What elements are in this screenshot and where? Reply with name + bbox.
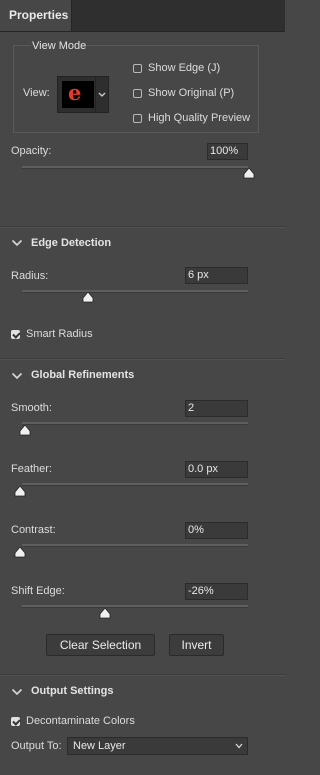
smooth-slider-track[interactable] [22,422,248,425]
view-thumbnail-letter: e [68,80,82,105]
decontaminate-colors-label: Decontaminate Colors [26,715,135,727]
show-edge-checkbox[interactable] [133,64,142,73]
clear-selection-button[interactable]: Clear Selection [46,634,155,656]
output-settings-title[interactable]: Output Settings [31,685,114,697]
edge-detection-title[interactable]: Edge Detection [31,237,111,249]
show-edge-label: Show Edge (J) [148,62,221,74]
smart-radius-checkbox[interactable] [11,330,20,339]
output-to-label: Output To: [11,740,62,752]
radius-input[interactable]: 6 px [185,267,248,284]
output-to-select[interactable]: New Layer [67,737,248,755]
output-to-value: New Layer [73,740,126,752]
opacity-slider-track[interactable] [22,166,248,169]
shift-edge-slider-thumb[interactable] [99,608,111,619]
smooth-input[interactable]: 2 [185,400,248,417]
high-quality-preview-checkbox[interactable] [133,114,142,123]
contrast-input[interactable]: 0% [185,522,248,539]
invert-button[interactable]: Invert [169,634,224,656]
shift-edge-label: Shift Edge: [11,585,65,597]
chevron-down-icon [235,743,243,749]
smooth-label: Smooth: [11,402,52,414]
view-thumbnail: e [62,81,94,108]
chevron-down-icon[interactable] [11,372,23,380]
feather-slider-thumb[interactable] [14,486,26,497]
chevron-down-icon [95,77,108,112]
feather-slider-track[interactable] [22,483,248,486]
shift-edge-slider-track[interactable] [22,605,248,608]
view-mode-dropdown[interactable]: e [57,76,109,113]
show-original-checkbox[interactable] [133,89,142,98]
radius-slider-track[interactable] [22,290,248,293]
chevron-down-icon[interactable] [11,688,23,696]
contrast-slider-track[interactable] [22,544,248,547]
opacity-input[interactable]: 100% [207,143,248,160]
decontaminate-colors-checkbox[interactable] [11,717,20,726]
contrast-label: Contrast: [11,524,56,536]
show-original-label: Show Original (P) [148,87,235,99]
view-label: View: [23,87,50,99]
panel-tab-bar: Properties [0,0,285,32]
opacity-label: Opacity: [11,145,52,157]
chevron-down-icon[interactable] [11,239,23,247]
high-quality-preview-label: High Quality Preview [148,112,251,124]
feather-input[interactable]: 0.0 px [185,461,248,478]
smooth-slider-thumb[interactable] [19,425,31,436]
smart-radius-label: Smart Radius [26,328,93,340]
contrast-slider-thumb[interactable] [14,547,26,558]
tab-properties[interactable]: Properties [0,0,72,31]
section-divider-highlight [0,227,285,228]
global-refinements-title[interactable]: Global Refinements [31,369,134,381]
view-mode-legend: View Mode [31,40,88,52]
opacity-slider-thumb[interactable] [243,168,255,179]
section-divider-highlight [0,359,285,360]
section-divider-highlight [0,675,285,676]
feather-label: Feather: [11,463,52,475]
radius-slider-thumb[interactable] [82,292,94,303]
radius-label: Radius: [11,270,49,282]
shift-edge-input[interactable]: -26% [185,583,248,600]
